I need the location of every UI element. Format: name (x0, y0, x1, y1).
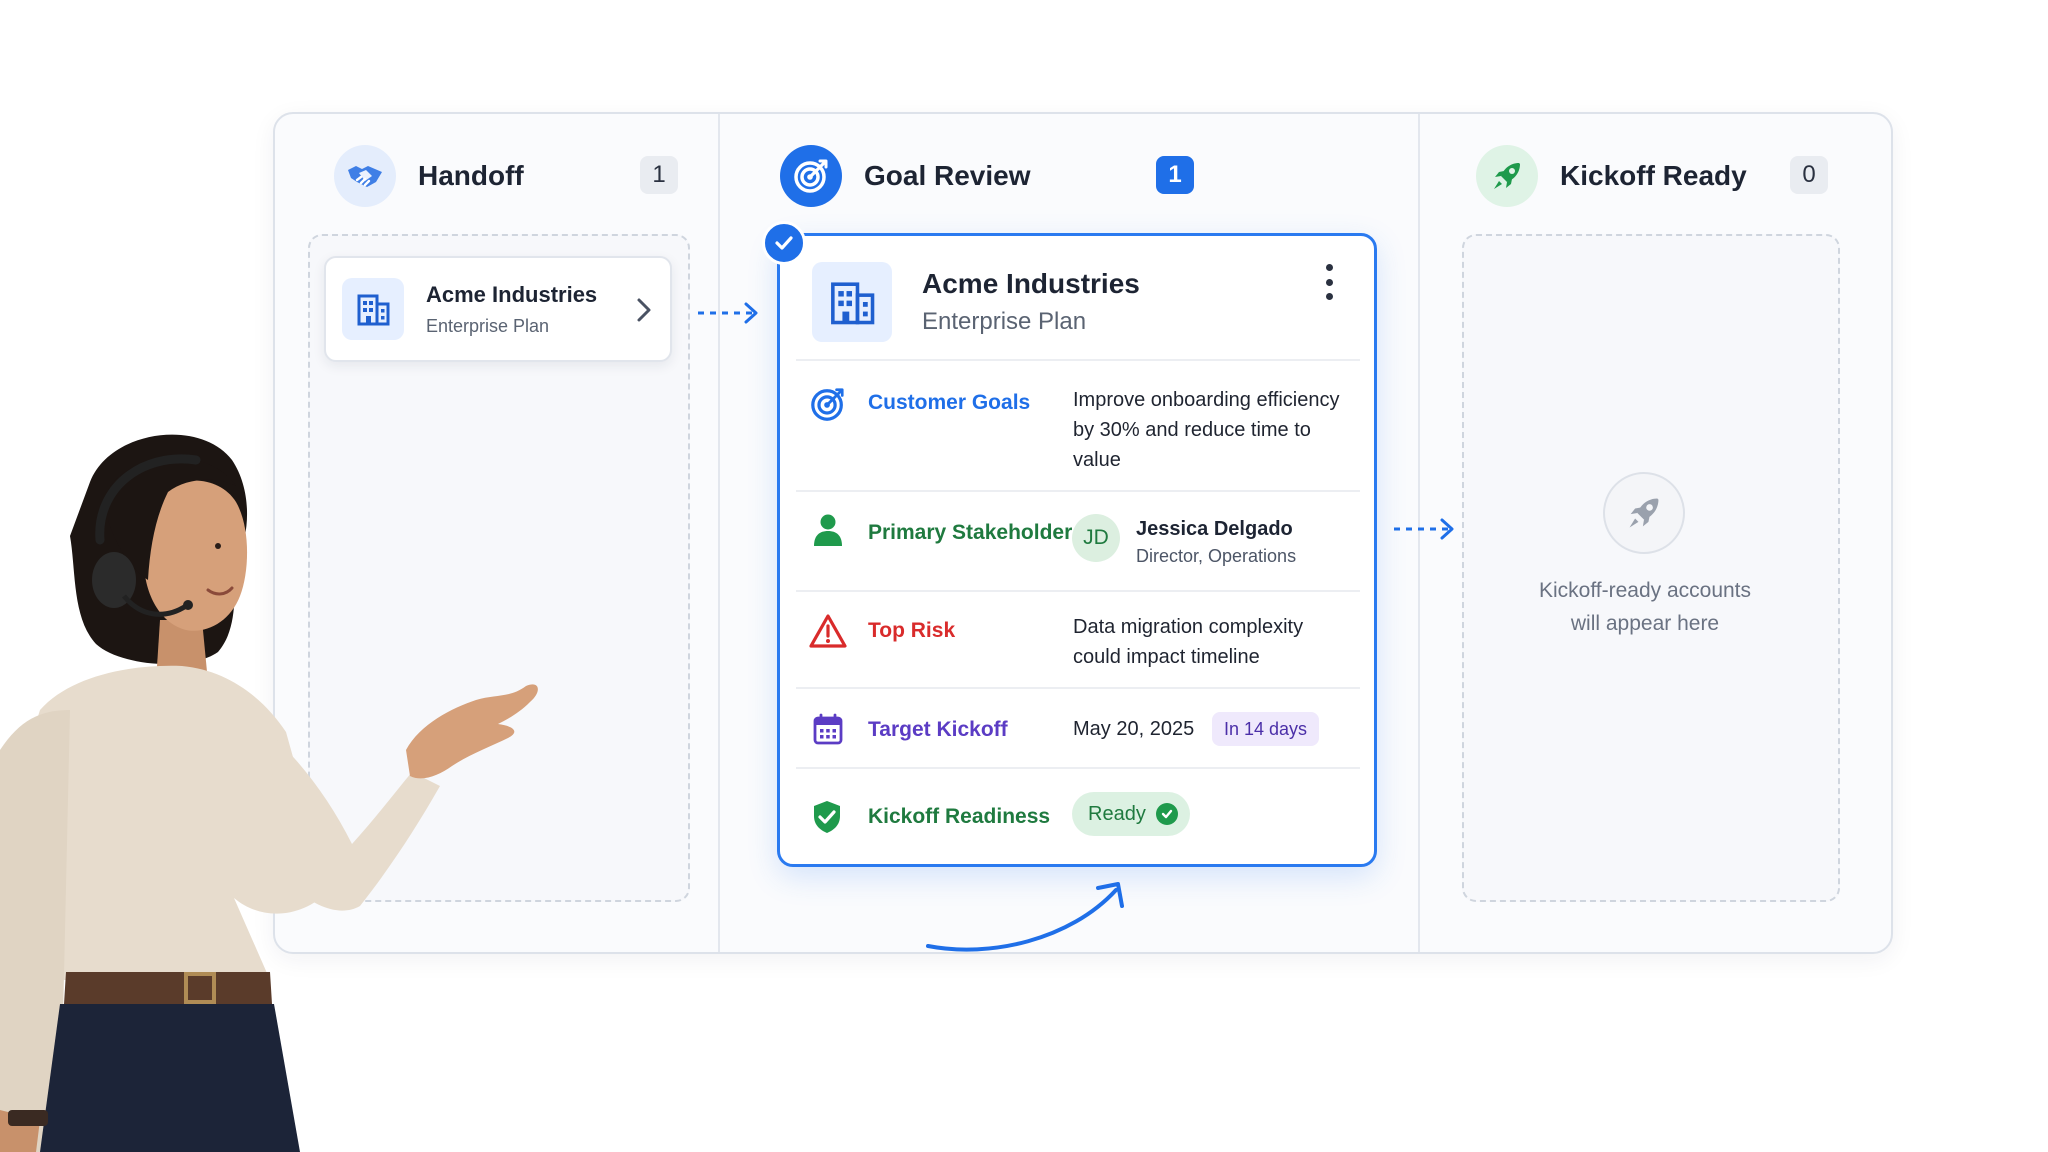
empty-state-line: Kickoff-ready accounts (1538, 579, 1752, 602)
column-header-handoff: Handoff (334, 145, 524, 207)
rocket-icon (1603, 472, 1685, 554)
column-title: Kickoff Ready (1560, 160, 1747, 191)
calendar-icon (812, 712, 844, 746)
ready-status-badge: Ready (1072, 792, 1190, 836)
account-plan: Enterprise Plan (922, 308, 1087, 335)
flow-arrow-icon (1394, 518, 1454, 540)
kebab-menu-icon[interactable] (1324, 264, 1334, 300)
customer-goals-value: Improve onboarding efficiency by 30% and… (1073, 385, 1339, 475)
divider (796, 490, 1360, 492)
building-icon (342, 278, 404, 340)
warning-icon (808, 612, 848, 650)
target-kickoff-label: Target Kickoff (868, 718, 1008, 741)
divider (796, 359, 1360, 361)
ready-status-text: Ready (1088, 802, 1146, 825)
check-circle-icon (1155, 803, 1178, 825)
goal-line: by 30% and reduce time to (1073, 419, 1311, 441)
risk-line: Data migration complexity (1073, 616, 1304, 638)
rocket-icon (1476, 145, 1538, 207)
handoff-account-card[interactable]: Acme Industries Enterprise Plan (324, 256, 672, 362)
shield-check-icon (810, 798, 844, 836)
target-icon (808, 384, 848, 424)
column-title: Handoff (418, 160, 524, 191)
person-icon (812, 512, 844, 548)
goal-line: Improve onboarding efficiency (1073, 389, 1340, 411)
top-risk-value: Data migration complexity could impact t… (1073, 612, 1303, 672)
column-title: Goal Review (864, 160, 1031, 191)
column-header-kickoff-ready: Kickoff Ready (1476, 145, 1747, 207)
top-risk-label: Top Risk (868, 619, 956, 642)
account-name: Acme Industries (922, 268, 1140, 299)
target-icon (780, 145, 842, 207)
stakeholder-name: Jessica Delgado (1136, 518, 1293, 540)
chevron-right-icon[interactable] (634, 296, 654, 329)
kanban-stage: { "columns": [ {"title": "Handoff", "cou… (0, 0, 2048, 1152)
customer-goals-label: Customer Goals (868, 391, 1031, 414)
presenter-illustration (0, 434, 538, 1152)
card-header: Acme Industries Enterprise Plan (812, 262, 1140, 342)
divider (796, 767, 1360, 769)
column-divider (718, 114, 720, 952)
check-icon (762, 221, 806, 265)
building-icon (812, 262, 892, 342)
kickoff-ready-dropzone[interactable] (1462, 234, 1840, 902)
empty-state-message: Kickoff-ready accounts will appear here (1500, 574, 1790, 640)
days-until-badge: In 14 days (1212, 712, 1320, 746)
avatar: JD (1072, 514, 1120, 562)
column-count-badge: 1 (640, 156, 678, 194)
account-name: Acme Industries (426, 281, 598, 307)
divider (796, 687, 1360, 689)
curved-arrow-icon (926, 882, 1124, 952)
kickoff-readiness-label: Kickoff Readiness (868, 805, 1051, 828)
stakeholder-title: Director, Operations (1136, 546, 1297, 566)
empty-state-line: will appear here (1570, 612, 1720, 635)
divider (796, 590, 1360, 592)
target-kickoff-date: May 20, 2025 (1073, 718, 1195, 740)
risk-line: could impact timeline (1073, 646, 1260, 668)
column-count-badge: 0 (1790, 156, 1828, 194)
flow-arrow-icon (698, 302, 758, 324)
primary-stakeholder-label: Primary Stakeholder (868, 521, 1073, 544)
column-header-goal-review: Goal Review (780, 145, 1031, 207)
handshake-icon (334, 145, 396, 207)
column-count-badge: 1 (1156, 156, 1194, 194)
account-plan: Enterprise Plan (426, 315, 550, 336)
goal-line: value (1073, 449, 1121, 471)
